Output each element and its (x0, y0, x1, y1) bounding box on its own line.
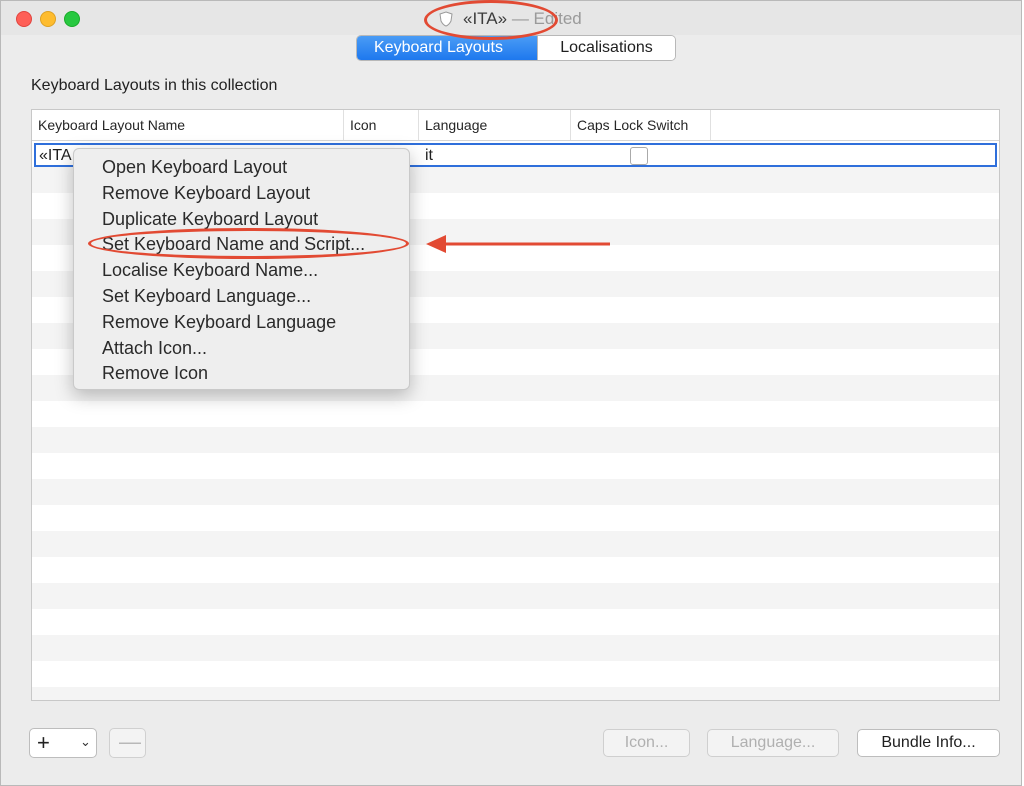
column-header-language[interactable]: Language (419, 110, 571, 140)
section-heading: Keyboard Layouts in this collection (31, 77, 278, 94)
menu-item-attach-icon[interactable]: Attach Icon... (74, 336, 409, 362)
table-header: Keyboard Layout Name Icon Language Caps … (32, 110, 999, 141)
menu-item-remove-icon[interactable]: Remove Icon (74, 361, 409, 387)
column-header-name[interactable]: Keyboard Layout Name (32, 110, 344, 140)
minimize-window-button[interactable] (40, 11, 56, 27)
minus-icon: — (119, 729, 141, 754)
zoom-window-button[interactable] (64, 11, 80, 27)
layout-name-cell[interactable]: «ITA (39, 145, 72, 167)
annotation-ellipse-menu-item (88, 228, 409, 259)
menu-item-remove-keyboard-language[interactable]: Remove Keyboard Language (74, 310, 409, 336)
add-popup-button[interactable]: + ⌄ (29, 728, 97, 758)
column-header-icon[interactable]: Icon (344, 110, 419, 140)
context-menu: Open Keyboard Layout Remove Keyboard Lay… (73, 148, 410, 390)
app-window: «ITA» — Edited Keyboard Layouts Localisa… (0, 0, 1022, 786)
tab-keyboard-layouts[interactable]: Keyboard Layouts (357, 36, 537, 60)
bundle-info-button[interactable]: Bundle Info... (857, 729, 1000, 757)
bottom-toolbar: + ⌄ — Icon... Language... Bundle Info... (1, 721, 1021, 781)
language-button[interactable]: Language... (707, 729, 839, 757)
column-header-caps-lock[interactable]: Caps Lock Switch (571, 110, 711, 140)
close-window-button[interactable] (16, 11, 32, 27)
plus-icon: + (37, 730, 50, 755)
menu-item-localise-keyboard-name[interactable]: Localise Keyboard Name... (74, 258, 409, 284)
caps-lock-switch-checkbox[interactable] (630, 147, 648, 165)
menu-item-open-keyboard-layout[interactable]: Open Keyboard Layout (74, 155, 409, 181)
chevron-down-icon: ⌄ (80, 734, 91, 749)
annotation-ellipse-title (424, 0, 558, 40)
annotation-arrow-icon (426, 235, 610, 253)
language-cell[interactable]: it (425, 145, 433, 167)
menu-item-remove-keyboard-layout[interactable]: Remove Keyboard Layout (74, 181, 409, 207)
tab-bar: Keyboard Layouts Localisations (356, 35, 676, 61)
icon-button[interactable]: Icon... (603, 729, 690, 757)
menu-item-set-keyboard-language[interactable]: Set Keyboard Language... (74, 284, 409, 310)
tab-localisations[interactable]: Localisations (537, 36, 675, 60)
remove-button[interactable]: — (109, 728, 146, 758)
